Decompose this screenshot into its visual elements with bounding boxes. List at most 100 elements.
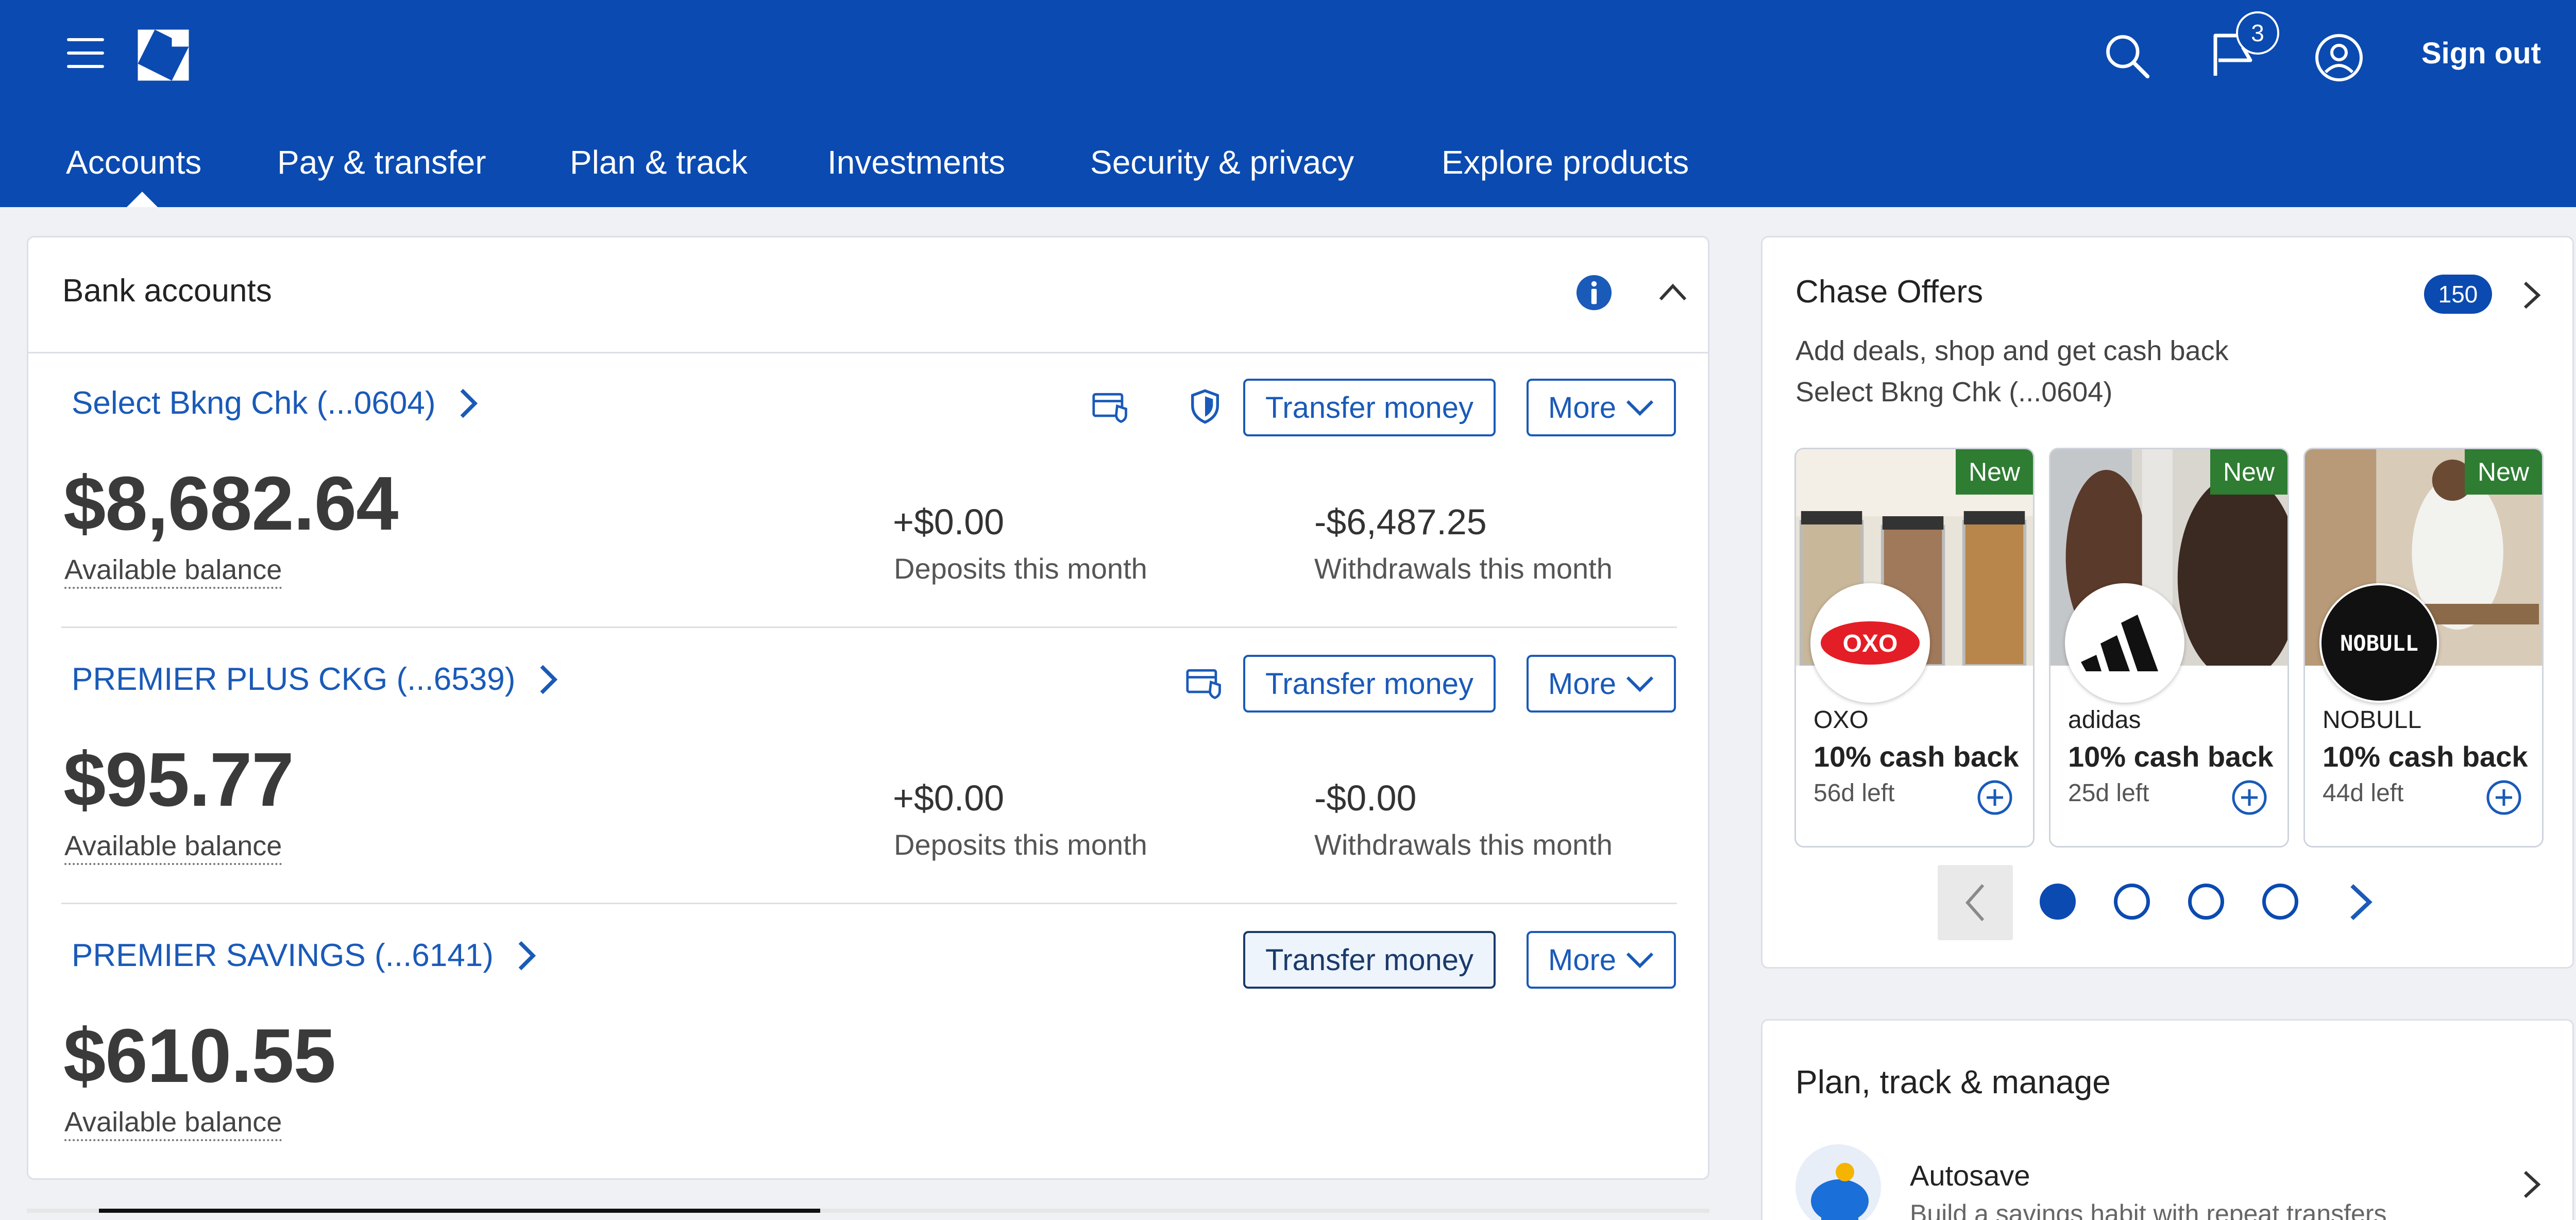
add-offer-icon[interactable] — [1976, 779, 2013, 816]
carousel-dot-1[interactable] — [2040, 884, 2076, 920]
offers-count-badge[interactable]: 150 — [2424, 275, 2492, 314]
account-link[interactable]: Select Bkng Chk (...0604) — [72, 385, 481, 421]
days-left: 44d left — [2323, 780, 2404, 807]
offer-tile-oxo[interactable]: New OXO OXO 10% cash back 56d left — [1794, 448, 2035, 848]
more-button[interactable]: More — [1527, 379, 1676, 436]
cashback-amount: 10% cash back — [2323, 740, 2528, 773]
bank-accounts-title: Bank accounts — [62, 273, 272, 309]
available-balance-label[interactable]: Available balance — [64, 830, 282, 865]
account-row: PREMIER SAVINGS (...6141) Transfer money… — [28, 904, 1711, 1180]
more-label: More — [1548, 391, 1617, 425]
carousel-dot-4[interactable] — [2262, 884, 2298, 920]
nav-plan-track[interactable]: Plan & track — [570, 143, 748, 181]
transfer-money-button[interactable]: Transfer money — [1243, 379, 1496, 436]
notification-count-badge: 3 — [2236, 11, 2279, 55]
account-link[interactable]: PREMIER PLUS CKG (...6539) — [72, 661, 561, 698]
deposits-label: Deposits this month — [894, 552, 1147, 585]
more-button[interactable]: More — [1527, 655, 1676, 713]
withdrawals-label: Withdrawals this month — [1314, 552, 1613, 585]
chevron-down-icon — [1626, 676, 1654, 692]
days-left: 56d left — [1814, 780, 1895, 807]
available-balance-label[interactable]: Available balance — [64, 1106, 282, 1141]
transfer-money-button[interactable]: Transfer money — [1243, 931, 1496, 989]
chevron-left-icon — [1965, 884, 1985, 921]
more-label: More — [1548, 943, 1617, 977]
add-offer-icon[interactable] — [2485, 779, 2522, 816]
chevron-right-icon — [518, 941, 536, 970]
nav-pay-transfer[interactable]: Pay & transfer — [277, 143, 486, 181]
merchant-name: OXO — [1814, 706, 1869, 734]
adidas-logo-icon — [2065, 583, 2184, 703]
merchant-name: NOBULL — [2323, 706, 2422, 734]
days-left: 25d left — [2068, 780, 2149, 807]
available-balance: $8,682.64 — [63, 461, 398, 546]
deposits-value: +$0.00 — [893, 502, 1005, 542]
more-button[interactable]: More — [1527, 931, 1676, 989]
account-name: PREMIER SAVINGS (...6141) — [72, 938, 494, 973]
nav-investments[interactable]: Investments — [827, 143, 1005, 181]
offers-description: Add deals, shop and get cash back — [1795, 335, 2229, 366]
account-name: Select Bkng Chk (...0604) — [72, 385, 436, 421]
transfer-money-button[interactable]: Transfer money — [1243, 655, 1496, 713]
chevron-right-icon[interactable] — [2522, 1170, 2543, 1199]
sign-out-link[interactable]: Sign out — [2421, 36, 2541, 71]
chase-logo-icon[interactable] — [135, 27, 192, 83]
account-row: PREMIER PLUS CKG (...6539) Transfer mone… — [28, 628, 1711, 904]
carousel-dot-2[interactable] — [2114, 884, 2150, 920]
carousel-dot-3[interactable] — [2188, 884, 2224, 920]
chase-offers-card: Chase Offers 150 Add deals, shop and get… — [1761, 236, 2574, 969]
merchant-name: adidas — [2068, 706, 2141, 734]
chevron-down-icon — [1626, 952, 1654, 969]
nobull-logo-mark: NOBULL — [2340, 631, 2418, 656]
oxo-logo-icon: OXO — [1810, 583, 1930, 703]
autosave-description: Build a savings habit with repeat transf… — [1910, 1199, 2387, 1220]
available-balance: $610.55 — [63, 1013, 336, 1098]
card-lock-icon[interactable] — [1092, 388, 1131, 425]
info-icon[interactable] — [1575, 274, 1613, 312]
nobull-logo-text: NOBULL — [2340, 631, 2418, 656]
account-link[interactable]: PREMIER SAVINGS (...6141) — [72, 937, 539, 974]
nav-security-privacy[interactable]: Security & privacy — [1090, 143, 1354, 181]
chevron-right-icon — [540, 665, 558, 694]
nav-accounts[interactable]: Accounts — [66, 143, 201, 181]
offer-tile-adidas[interactable]: New adidas 10% cash back 25d left — [2049, 448, 2289, 848]
offer-tile-nobull[interactable]: New NOBULL NOBULL 10% cash back 44d left — [2303, 448, 2544, 848]
piggy-bank-graphic — [1811, 1163, 1869, 1220]
cashback-amount: 10% cash back — [2068, 740, 2274, 773]
user-profile-icon[interactable] — [2313, 32, 2365, 83]
bank-accounts-card: Bank accounts Select Bkng Chk (...0604) … — [27, 236, 1709, 1180]
new-badge: New — [2210, 449, 2287, 495]
nav-explore-products[interactable]: Explore products — [1442, 143, 1689, 181]
carousel-next-button[interactable] — [2346, 883, 2377, 922]
chevron-up-icon[interactable] — [1657, 279, 1688, 304]
shield-icon[interactable] — [1185, 388, 1225, 425]
horizontal-scrollbar[interactable] — [27, 1209, 1709, 1213]
autosave-label[interactable]: Autosave — [1910, 1159, 2030, 1192]
available-balance: $95.77 — [63, 737, 294, 822]
offers-account: Select Bkng Chk (...0604) — [1795, 377, 2113, 408]
plan-track-card: Plan, track & manage Autosave Build a sa… — [1761, 1019, 2574, 1220]
piggy-bank-icon — [1795, 1144, 1881, 1220]
plan-title: Plan, track & manage — [1795, 1063, 2111, 1100]
horizontal-scrollbar-thumb[interactable] — [99, 1209, 820, 1213]
new-badge: New — [1956, 449, 2033, 495]
add-offer-icon[interactable] — [2231, 779, 2268, 816]
menu-icon[interactable] — [67, 36, 106, 72]
withdrawals-label: Withdrawals this month — [1314, 828, 1613, 861]
withdrawals-value: -$0.00 — [1314, 778, 1417, 818]
top-header: 3 Sign out Accounts Pay & transfer Plan … — [0, 0, 2576, 207]
chevron-down-icon — [1626, 400, 1654, 416]
search-icon[interactable] — [2102, 31, 2151, 80]
chevron-right-icon[interactable] — [2522, 281, 2543, 310]
available-balance-label[interactable]: Available balance — [64, 554, 282, 589]
main-nav: Accounts Pay & transfer Plan & track Inv… — [0, 138, 2061, 207]
offers-title: Chase Offers — [1795, 274, 1984, 310]
active-nav-indicator — [127, 192, 158, 207]
oxo-logo-mark: OXO — [1821, 621, 1920, 665]
new-badge: New — [2465, 449, 2542, 495]
account-name: PREMIER PLUS CKG (...6539) — [72, 662, 516, 697]
carousel-prev-button[interactable] — [1938, 865, 2013, 940]
cashback-amount: 10% cash back — [1814, 740, 2019, 773]
oxo-logo-text: OXO — [1843, 630, 1898, 657]
card-lock-icon[interactable] — [1185, 664, 1225, 701]
